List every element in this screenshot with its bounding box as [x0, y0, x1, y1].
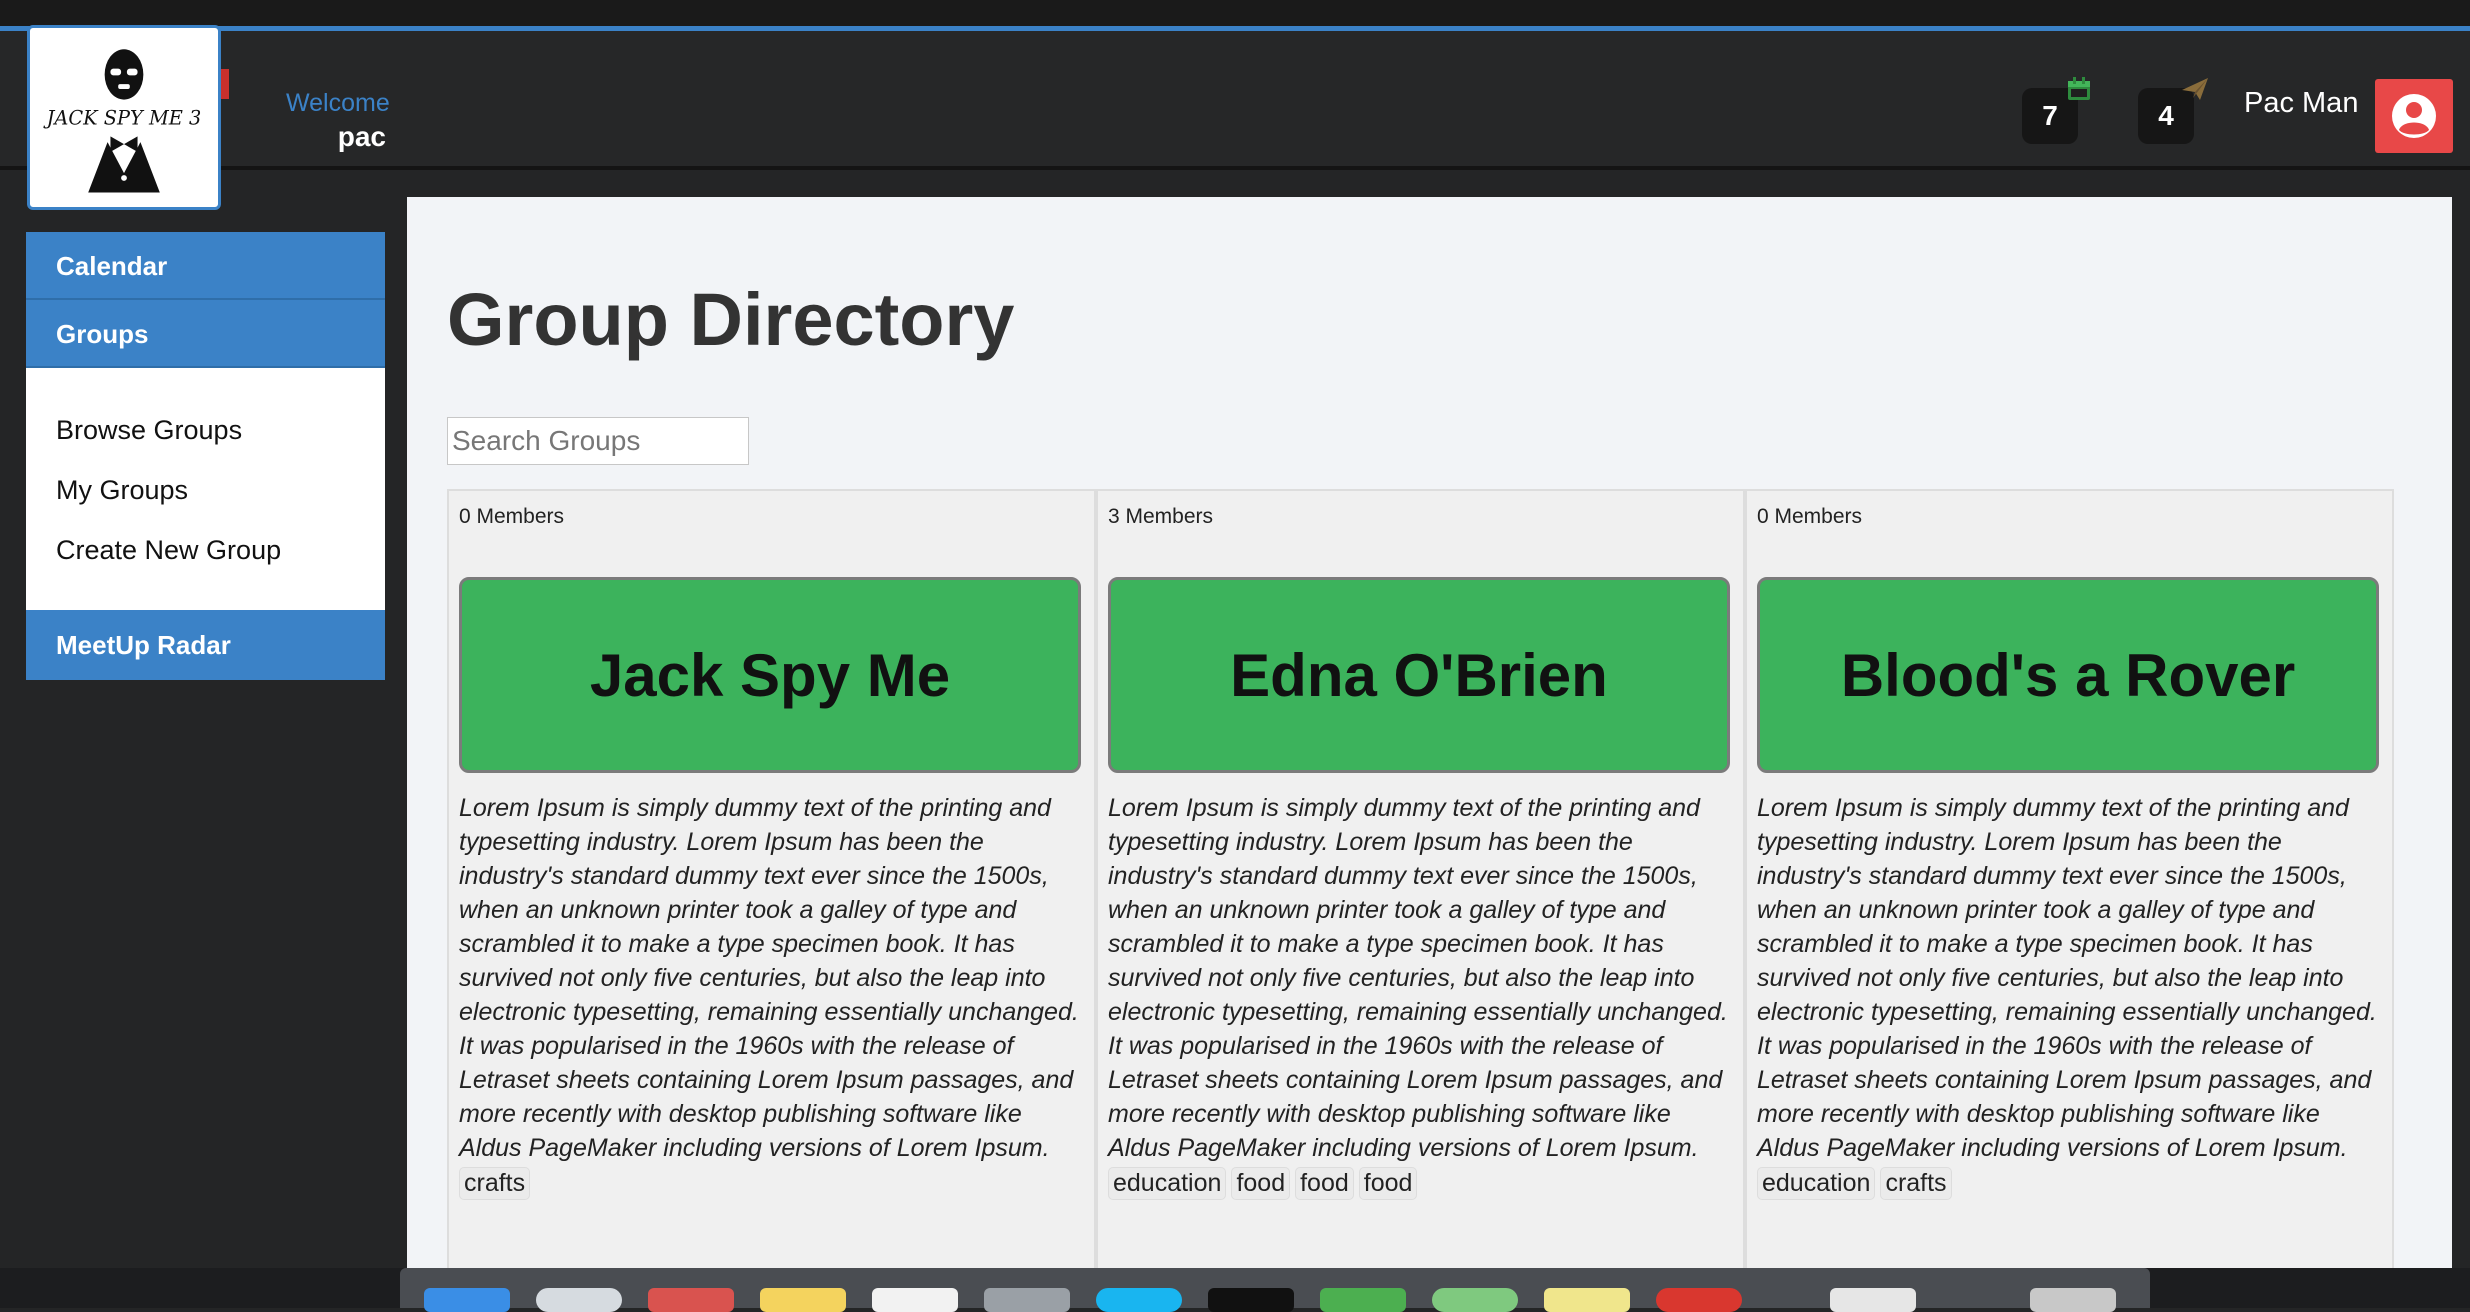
search-groups-input[interactable]	[447, 417, 749, 465]
group-tag[interactable]: education	[1757, 1167, 1876, 1200]
top-header: Welcome pac 7 4 Pac Man	[0, 31, 2470, 170]
calendar-count: 7	[2042, 100, 2058, 131]
group-tags: education crafts	[1757, 1167, 1952, 1200]
trash-icon[interactable]	[2030, 1288, 2116, 1312]
group-tag[interactable]: food	[1231, 1167, 1291, 1200]
sidebar-nav: Calendar Groups Browse Groups My Groups …	[26, 232, 385, 680]
member-count: 0 Members	[1757, 505, 1863, 528]
calendar-notification-badge[interactable]: 7	[2022, 77, 2090, 144]
group-name-button[interactable]: Blood's a Rover	[1757, 577, 2379, 773]
photo-app-icon[interactable]	[984, 1288, 1070, 1312]
sidebar-item-meetup-radar[interactable]: MeetUp Radar	[26, 610, 385, 680]
site-logo[interactable]: JACK SPY ME 3	[27, 25, 221, 210]
messages-notification-badge[interactable]: 4	[2138, 78, 2208, 144]
group-name-button[interactable]: Edna O'Brien	[1108, 577, 1730, 773]
red-app-icon[interactable]	[1656, 1288, 1742, 1312]
logo-tab-marker	[221, 69, 229, 99]
group-card: 0 Members Blood's a Rover Lorem Ipsum is…	[1745, 489, 2394, 1308]
group-name-button[interactable]: Jack Spy Me	[459, 577, 1081, 773]
user-avatar-button[interactable]	[2375, 79, 2453, 153]
group-card: 3 Members Edna O'Brien Lorem Ipsum is si…	[1096, 489, 1745, 1308]
user-name[interactable]: Pac Man	[2244, 87, 2358, 120]
group-description: Lorem Ipsum is simply dummy text of the …	[459, 794, 1079, 1162]
group-description: Lorem Ipsum is simply dummy text of the …	[1757, 794, 2377, 1162]
sidebar-item-my-groups[interactable]: My Groups	[26, 460, 385, 520]
chrome-icon[interactable]	[1432, 1288, 1518, 1312]
groups-submenu: Browse Groups My Groups Create New Group	[26, 368, 385, 610]
os-dock	[400, 1268, 2150, 1312]
group-tags: crafts	[459, 1167, 531, 1200]
notes-app-icon[interactable]	[760, 1288, 846, 1312]
page-title: Group Directory	[447, 278, 1015, 361]
group-tags: education food food food	[1108, 1167, 1418, 1200]
group-tag[interactable]: food	[1295, 1167, 1354, 1200]
group-tag[interactable]: crafts	[459, 1167, 531, 1200]
member-count: 3 Members	[1108, 505, 1214, 528]
downloads-folder-icon[interactable]	[1830, 1288, 1916, 1312]
svg-text:JACK SPY ME 3: JACK SPY ME 3	[43, 107, 202, 130]
maps-app-icon[interactable]	[1320, 1288, 1406, 1312]
calendar-icon	[2068, 77, 2090, 100]
messages-count: 4	[2158, 100, 2174, 131]
main-content: Group Directory 0 Members Jack Spy Me Lo…	[407, 197, 2452, 1308]
sidebar-item-calendar[interactable]: Calendar	[26, 232, 385, 300]
reminders-app-icon[interactable]	[872, 1288, 958, 1312]
spy-mask-logo-image: JACK SPY ME 3	[43, 49, 202, 193]
finder-icon[interactable]	[424, 1288, 510, 1312]
sidebar-item-browse-groups[interactable]: Browse Groups	[26, 400, 385, 460]
welcome-label: Welcome	[286, 89, 390, 117]
safari-icon[interactable]	[536, 1288, 622, 1312]
app-store-icon[interactable]	[1096, 1288, 1182, 1312]
group-tag[interactable]: food	[1358, 1167, 1418, 1200]
window-top-strip	[0, 0, 2470, 26]
user-circle-icon	[2392, 94, 2436, 138]
stickies-icon[interactable]	[1544, 1288, 1630, 1312]
group-card: 0 Members Jack Spy Me Lorem Ipsum is sim…	[447, 489, 1096, 1308]
member-count: 0 Members	[459, 505, 565, 528]
terminal-icon[interactable]	[1208, 1288, 1294, 1312]
group-card-grid: 0 Members Jack Spy Me Lorem Ipsum is sim…	[447, 489, 2395, 1308]
group-description: Lorem Ipsum is simply dummy text of the …	[1108, 794, 1728, 1162]
welcome-username: pac	[337, 121, 386, 152]
sidebar-item-groups[interactable]: Groups	[26, 300, 385, 368]
group-tag[interactable]: crafts	[1880, 1167, 1952, 1200]
sidebar-item-create-new-group[interactable]: Create New Group	[26, 520, 385, 580]
calendar-app-icon[interactable]	[648, 1288, 734, 1312]
group-tag[interactable]: education	[1108, 1167, 1227, 1200]
paper-plane-icon	[2182, 78, 2208, 100]
